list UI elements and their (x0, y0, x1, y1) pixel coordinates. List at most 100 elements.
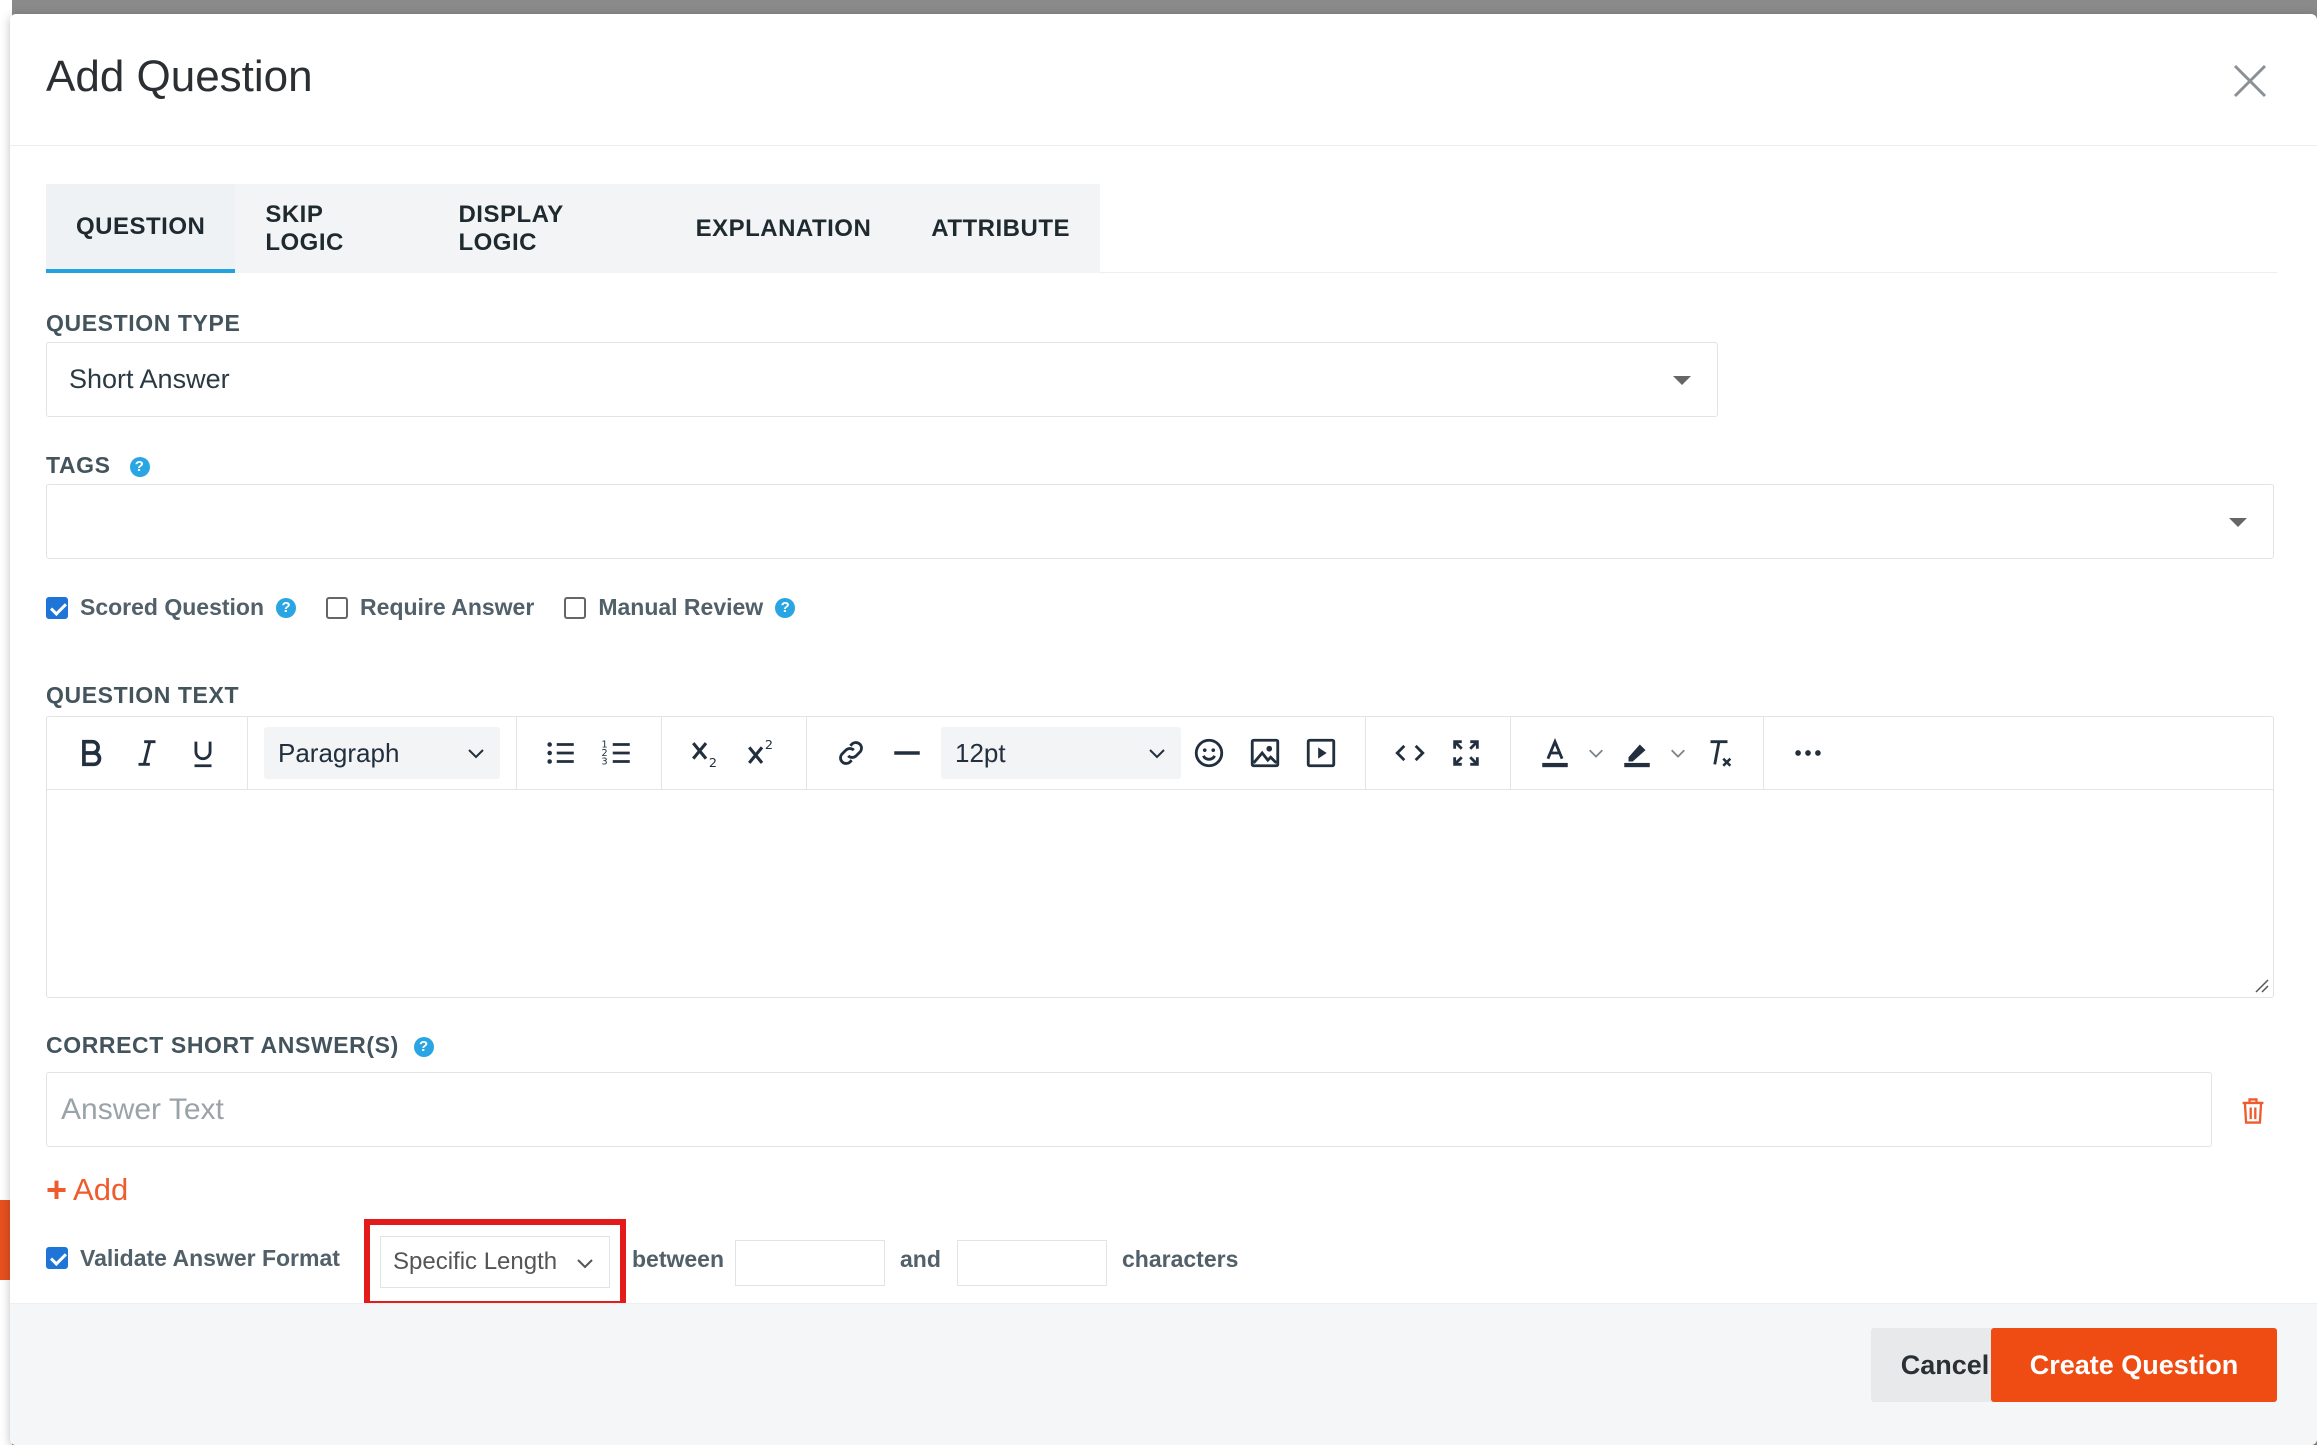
source-code-button[interactable] (1382, 728, 1438, 778)
font-size-select[interactable]: 12pt (941, 727, 1181, 779)
superscript-icon: 2 (748, 738, 773, 764)
tab-bar: QUESTION SKIP LOGIC DISPLAY LOGIC EXPLAN… (46, 184, 1100, 273)
svg-text:2: 2 (709, 756, 717, 770)
superscript-button[interactable]: 2 (734, 728, 790, 778)
more-button[interactable] (1780, 728, 1836, 778)
media-button[interactable] (1293, 728, 1349, 778)
emoji-button[interactable] (1181, 728, 1237, 778)
format-select-value: Specific Length (393, 1248, 558, 1275)
correct-answers-label-text: CORRECT SHORT ANSWER(S) (46, 1032, 399, 1058)
checkbox-unchecked[interactable] (326, 596, 349, 619)
toolbar-group-view (1366, 716, 1511, 790)
correct-answers-label: CORRECT SHORT ANSWER(S) ? (46, 1032, 434, 1059)
toolbar-group-script: 2 2 (662, 716, 807, 790)
toolbar-group-format (47, 716, 248, 790)
highlight-color-dropdown[interactable] (1665, 728, 1691, 778)
fullscreen-icon (1453, 740, 1479, 766)
text-color-icon (1542, 737, 1568, 768)
validate-format-row: Validate Answer Format (46, 1222, 340, 1294)
image-button[interactable] (1237, 728, 1293, 778)
add-question-modal: Add Question QUESTION SKIP LOGIC DISPLAY… (10, 14, 2317, 1445)
horizontal-line-icon (894, 751, 920, 755)
max-length-input[interactable] (957, 1240, 1107, 1286)
italic-button[interactable] (119, 728, 175, 778)
block-format-select[interactable]: Paragraph (264, 727, 500, 779)
question-type-select[interactable]: Short Answer (46, 342, 1718, 417)
tab-question[interactable]: QUESTION (46, 184, 236, 273)
validate-format-label: Validate Answer Format (80, 1244, 340, 1271)
clear-formatting-button[interactable] (1691, 728, 1747, 778)
and-label: and (900, 1246, 941, 1272)
plus-icon: + (46, 1169, 68, 1210)
chevron-down-icon (1149, 749, 1165, 759)
help-icon[interactable]: ? (129, 456, 150, 477)
numbered-list-button[interactable]: 123 (589, 728, 645, 778)
subscript-button[interactable]: 2 (678, 728, 734, 778)
bullet-list-button[interactable] (533, 728, 589, 778)
video-icon (1306, 738, 1336, 768)
tab-explanation[interactable]: EXPLANATION (666, 184, 902, 273)
font-size-value: 12pt (955, 737, 1006, 768)
answer-text-input[interactable]: Answer Text (46, 1072, 2212, 1147)
checkbox-checked[interactable] (46, 596, 68, 619)
create-question-button[interactable]: Create Question (1991, 1328, 2277, 1402)
svg-text:2: 2 (765, 738, 773, 753)
fullscreen-button[interactable] (1438, 728, 1494, 778)
min-length-input[interactable] (735, 1240, 885, 1286)
highlighter-icon (1624, 744, 1650, 768)
underline-button[interactable] (175, 728, 231, 778)
caret-down-icon (2229, 517, 2247, 527)
tab-display-logic[interactable]: DISPLAY LOGIC (428, 184, 665, 273)
code-icon (1395, 744, 1425, 762)
question-text-label: QUESTION TEXT (46, 682, 240, 708)
chevron-down-icon (577, 1259, 593, 1269)
chevron-down-icon (1589, 749, 1603, 758)
modal-footer: Cancel Create Question (10, 1303, 2317, 1445)
help-icon[interactable]: ? (413, 1036, 434, 1057)
toolbar-group-lists: 123 (517, 716, 662, 790)
tab-skip-logic[interactable]: SKIP LOGIC (235, 184, 428, 273)
image-icon (1250, 738, 1280, 768)
scored-question-label: Scored Question (80, 594, 265, 620)
help-icon[interactable]: ? (276, 597, 297, 618)
checkbox-unchecked[interactable] (564, 596, 587, 619)
question-options: Scored Question ? Require Answer Manual … (46, 594, 825, 621)
toolbar-group-insert: 12pt (807, 716, 1366, 790)
tab-attribute[interactable]: ATTRIBUTE (901, 184, 1100, 273)
horizontal-line-button[interactable] (879, 728, 935, 778)
require-answer-checkbox[interactable]: Require Answer (326, 594, 534, 621)
italic-icon (138, 740, 156, 766)
tags-select[interactable] (46, 484, 2274, 559)
chevron-down-icon (468, 749, 484, 759)
background-accent (0, 1200, 10, 1280)
svg-text:3: 3 (601, 756, 607, 767)
between-label: between (632, 1246, 725, 1272)
link-button[interactable] (823, 728, 879, 778)
text-color-dropdown[interactable] (1583, 728, 1609, 778)
validate-format-checkbox[interactable] (46, 1247, 68, 1269)
resize-handle-icon[interactable] (2251, 975, 2269, 993)
close-button[interactable] (2227, 58, 2273, 104)
add-answer-button[interactable]: + Add (46, 1169, 128, 1211)
more-icon (1795, 750, 1821, 756)
modal-header: Add Question (10, 14, 2317, 146)
scored-question-checkbox[interactable]: Scored Question ? (46, 594, 297, 621)
subscript-icon: 2 (692, 742, 717, 770)
tags-label-text: TAGS (46, 452, 111, 478)
clear-formatting-icon (1710, 740, 1732, 767)
emoji-icon (1194, 738, 1224, 768)
manual-review-checkbox[interactable]: Manual Review ? (564, 594, 796, 621)
editor-content-area[interactable] (47, 790, 2273, 996)
highlight-color-button[interactable] (1609, 728, 1665, 778)
numbered-list-icon: 123 (601, 739, 630, 767)
bold-icon (82, 739, 102, 767)
toolbar-group-more (1764, 717, 1852, 790)
bold-button[interactable] (63, 728, 119, 778)
format-select[interactable]: Specific Length (380, 1236, 610, 1288)
trash-icon[interactable] (2239, 1096, 2267, 1126)
close-icon (2233, 64, 2267, 98)
text-color-button[interactable] (1527, 728, 1583, 778)
toolbar-group-block: Paragraph (248, 716, 517, 790)
tags-label: TAGS ? (46, 452, 150, 479)
help-icon[interactable]: ? (775, 597, 796, 618)
